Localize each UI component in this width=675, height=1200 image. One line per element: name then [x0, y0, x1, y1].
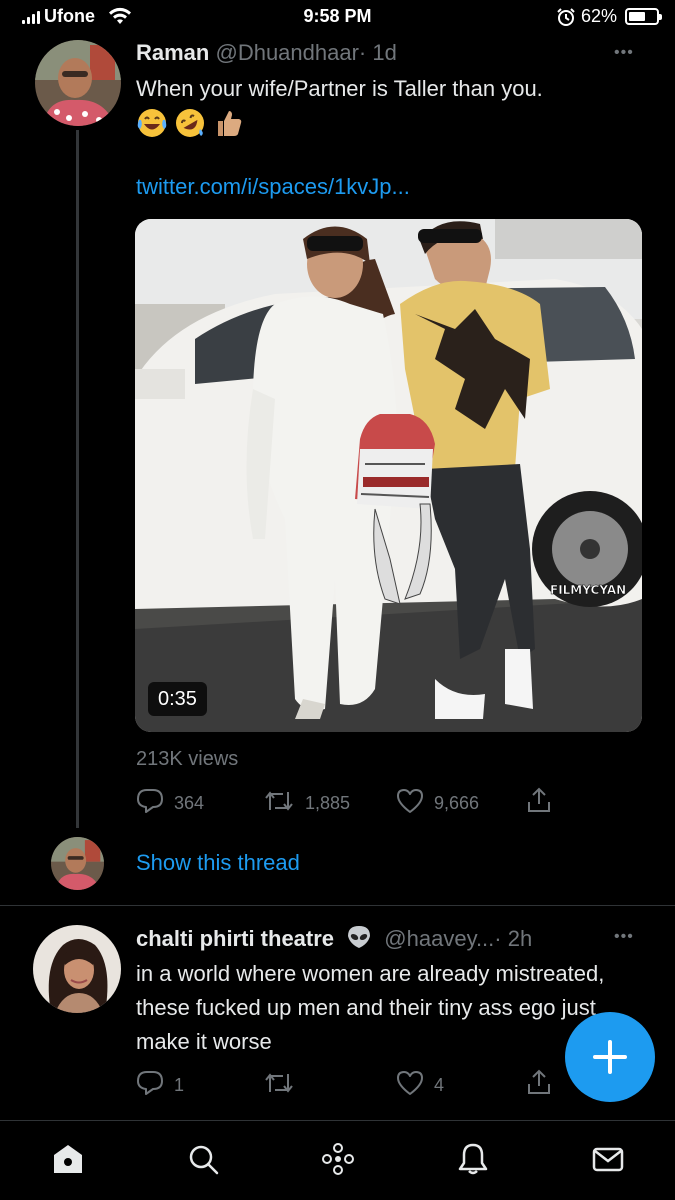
tweet-video[interactable]: FILMYCYAN: [135, 219, 642, 732]
video-thumbnail: FILMYCYAN: [135, 219, 642, 732]
video-watermark: FILMYCYAN: [550, 583, 626, 597]
battery-percentage: 62%: [581, 6, 618, 26]
reply-like-button[interactable]: 4: [396, 1070, 444, 1101]
tweet-header: Raman @Dhuandhaar· 1d: [136, 40, 397, 66]
tweet-divider: [0, 905, 675, 906]
tweet-link[interactable]: twitter.com/i/spaces/1kvJp...: [136, 174, 410, 200]
view-count[interactable]: 213K views: [136, 748, 238, 771]
status-bar: Ufone 9:58 PM 62%: [0, 0, 675, 36]
author-handle[interactable]: @Dhuandhaar: [215, 40, 358, 65]
share-button[interactable]: [525, 786, 553, 819]
retweet-button[interactable]: 1,885: [263, 788, 350, 819]
reply-share-button[interactable]: [525, 1068, 553, 1101]
reply-reply-count: 1: [174, 1075, 185, 1095]
face-with-tears-of-joy-icon: [136, 107, 168, 144]
reply-button[interactable]: 364: [136, 788, 204, 819]
messages-icon: [591, 1142, 625, 1181]
thumbs-up-icon: [212, 107, 244, 144]
nav-home[interactable]: [48, 1141, 88, 1181]
more-options-icon[interactable]: •••: [614, 44, 634, 62]
nav-search[interactable]: [183, 1141, 223, 1181]
reply-icon: [136, 1070, 164, 1101]
share-icon: [525, 1068, 553, 1101]
reply-more-options-icon[interactable]: •••: [614, 928, 634, 946]
home-icon: [51, 1142, 85, 1181]
reply-header: chalti phirti theatre @haavey...· 2h: [136, 924, 532, 956]
bottom-navigation: [0, 1120, 675, 1200]
like-button[interactable]: 9,666: [396, 788, 479, 819]
reply-count: 364: [174, 793, 205, 813]
video-duration: 0:35: [148, 682, 207, 716]
plus-icon: [593, 1040, 627, 1074]
reply-retweet-button[interactable]: [263, 1070, 305, 1101]
tweet-age: · 1d: [358, 40, 397, 65]
thread-author-avatar[interactable]: [51, 837, 104, 890]
alien-icon: [346, 924, 372, 956]
reply-reply-button[interactable]: 1: [136, 1070, 184, 1101]
nav-notifications[interactable]: [453, 1141, 493, 1181]
thread-connector-line: [76, 130, 79, 828]
author-name[interactable]: Raman: [136, 40, 209, 65]
nav-spaces[interactable]: [318, 1141, 358, 1181]
reply-age: · 2h: [494, 926, 533, 951]
reply-author-avatar[interactable]: [33, 925, 121, 1013]
retweet-count: 1,885: [305, 793, 351, 813]
share-icon: [525, 786, 553, 819]
tweet-emojis: [136, 107, 244, 144]
notifications-icon: [456, 1142, 490, 1181]
spaces-icon: [320, 1141, 356, 1182]
reply-like-count: 4: [434, 1075, 445, 1095]
like-count: 9,666: [434, 793, 480, 813]
search-icon: [186, 1142, 220, 1181]
reply-author-name[interactable]: chalti phirti theatre: [136, 926, 334, 951]
author-avatar[interactable]: [35, 40, 121, 126]
like-icon: [396, 788, 424, 819]
alarm-icon: [556, 7, 576, 32]
reply-text: in a world where women are already mistr…: [136, 961, 605, 1054]
reply-author-handle[interactable]: @haavey...: [384, 926, 494, 951]
rolling-on-floor-laughing-icon: [174, 107, 206, 144]
tweet-text: When your wife/Partner is Taller than yo…: [136, 76, 543, 101]
show-thread-link[interactable]: Show this thread: [136, 850, 300, 876]
nav-messages[interactable]: [588, 1141, 628, 1181]
compose-tweet-button[interactable]: [565, 1012, 655, 1102]
retweet-icon: [263, 1070, 295, 1101]
reply-icon: [136, 788, 164, 819]
battery-icon: [625, 8, 662, 25]
retweet-icon: [263, 788, 295, 819]
like-icon: [396, 1070, 424, 1101]
